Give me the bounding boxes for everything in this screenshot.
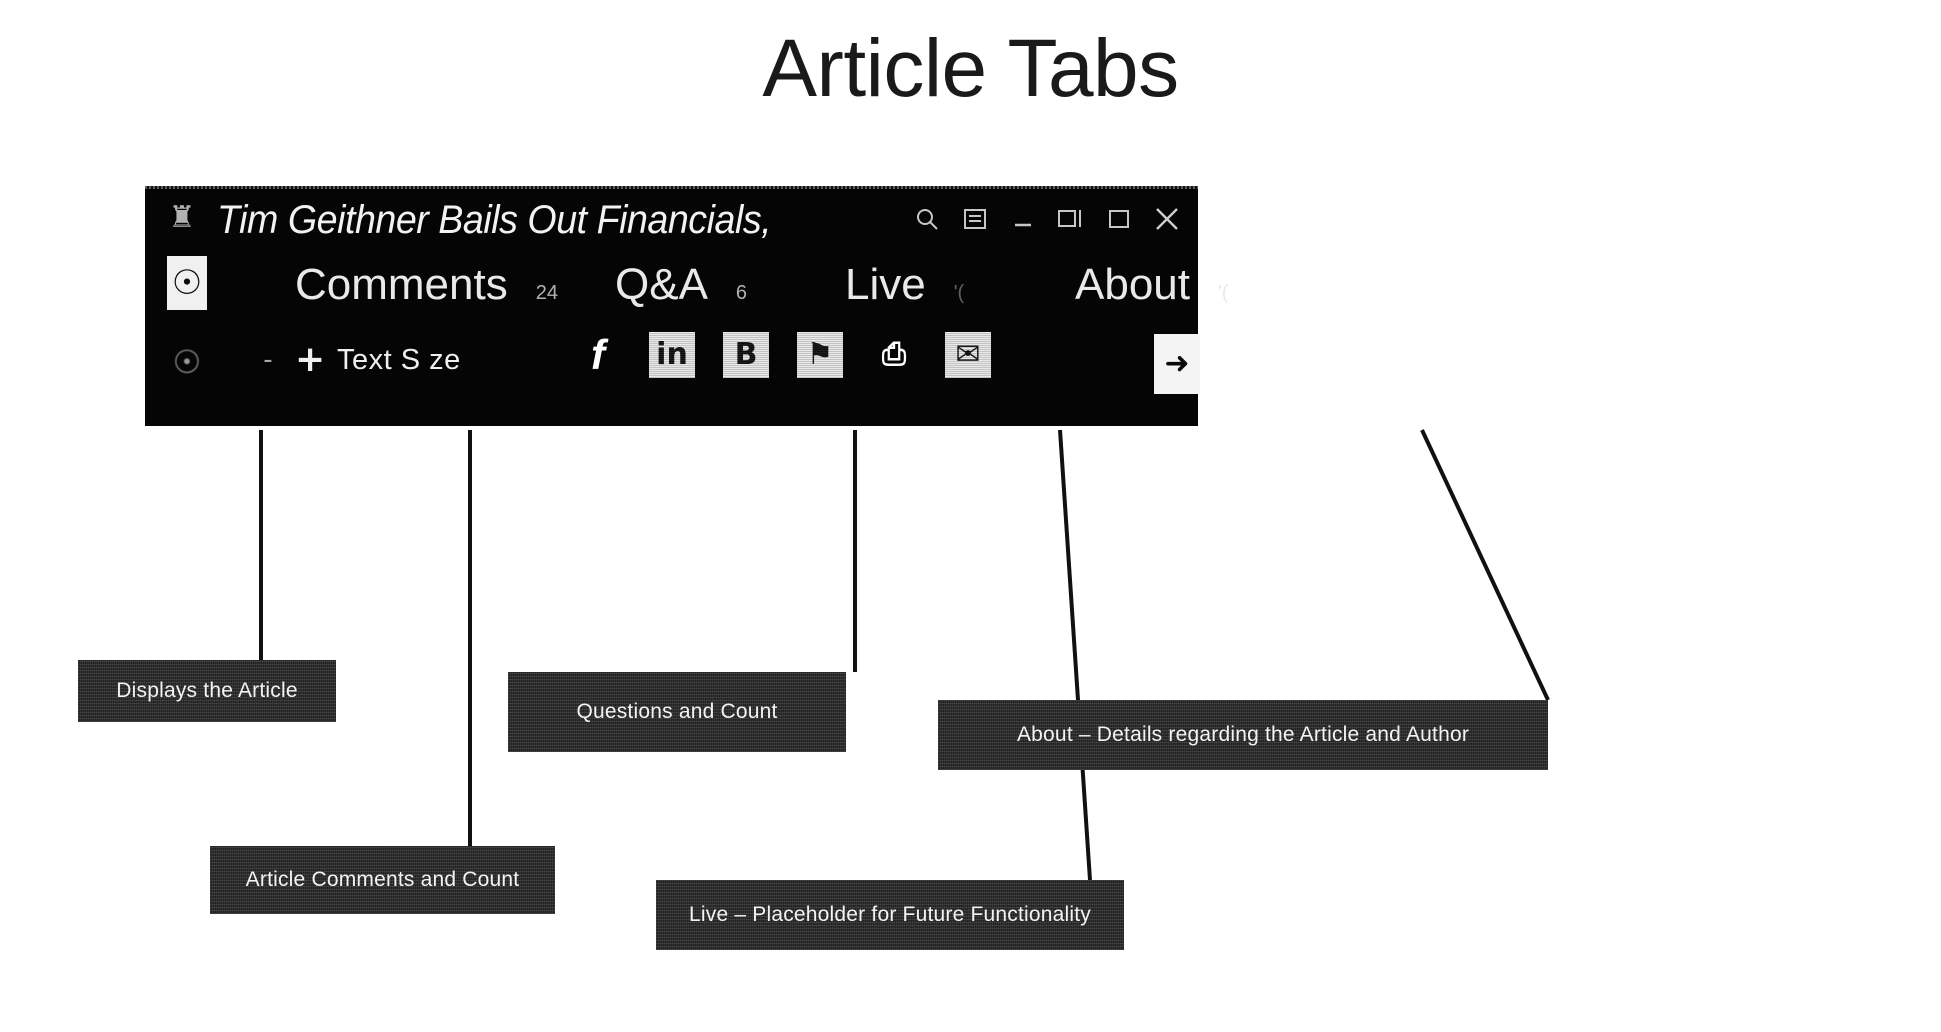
article-view-icon[interactable]: ☉ <box>167 256 207 310</box>
minimize-icon[interactable] <box>1006 202 1040 236</box>
decrease-text-size-button[interactable]: - <box>255 336 281 384</box>
window-titlebar: ♜ Tim Geithner Bails Out Financials, <box>145 190 1198 246</box>
callout-live: Live – Placeholder for Future Functional… <box>656 880 1124 950</box>
text-size-label: Text S ze <box>337 344 461 376</box>
tab-comments[interactable]: Comments 24 <box>295 254 558 324</box>
callout-about: About – Details regarding the Article an… <box>938 700 1548 770</box>
tab-about-label: About <box>1075 260 1190 309</box>
font-settings-icon[interactable]: ☉ <box>165 338 209 386</box>
window-top-edge <box>145 186 1198 189</box>
callout-article-comments: Article Comments and Count <box>210 846 555 914</box>
article-tab-bar: ☉ Comments 24 Q&A 6 Live '( About '( <box>145 250 1228 328</box>
tab-live[interactable]: Live '( <box>845 254 964 324</box>
facebook-icon[interactable]: f <box>575 331 621 378</box>
increase-text-size-button[interactable]: + <box>295 336 325 384</box>
maximize-icon[interactable] <box>1102 202 1136 236</box>
tab-comments-count: 24 <box>535 282 558 304</box>
tab-comments-label: Comments <box>295 260 508 309</box>
share-icon[interactable]: ⚑ <box>797 332 843 378</box>
close-icon[interactable] <box>1150 202 1184 236</box>
tab-live-label: Live <box>845 260 926 309</box>
tab-qa-label: Q&A <box>615 260 708 309</box>
tab-about[interactable]: About '( <box>1075 254 1228 324</box>
tab-qa-count: 6 <box>735 282 748 304</box>
text-size-control: - + Text S ze <box>255 336 461 384</box>
article-toolbar: ☉ - + Text S ze f in B ⚑ ⎙ ✉ <box>145 328 1198 414</box>
window-controls <box>910 196 1184 242</box>
print-icon[interactable]: ⎙ <box>871 332 917 378</box>
app-logo-icon: ♜ <box>168 200 196 235</box>
slide-canvas: Article Tabs ♜ Tim Geithner Bails Out Fi… <box>0 0 1941 1032</box>
email-icon[interactable]: ✉ <box>945 332 991 378</box>
page-title: Article Tabs <box>762 23 1179 114</box>
window-title: Tim Geithner Bails Out Financials, <box>217 198 772 242</box>
callout-displays-article: Displays the Article <box>78 660 336 722</box>
linkedin-icon[interactable]: in <box>649 332 695 378</box>
share-icon-group: f in B ⚑ ⎙ ✉ <box>575 331 991 378</box>
search-icon[interactable] <box>910 202 944 236</box>
tab-qa[interactable]: Q&A 6 <box>615 254 747 324</box>
restore-icon[interactable] <box>1054 202 1088 236</box>
tab-live-count: '( <box>953 282 965 304</box>
blogger-icon[interactable]: B <box>723 332 769 378</box>
menu-icon[interactable] <box>958 202 992 236</box>
next-page-button[interactable]: ➜ <box>1154 334 1200 394</box>
app-window: ♜ Tim Geithner Bails Out Financials, ☉ C… <box>145 186 1228 426</box>
callout-questions-count: Questions and Count <box>508 672 846 752</box>
tab-about-count: '( <box>1217 282 1229 304</box>
